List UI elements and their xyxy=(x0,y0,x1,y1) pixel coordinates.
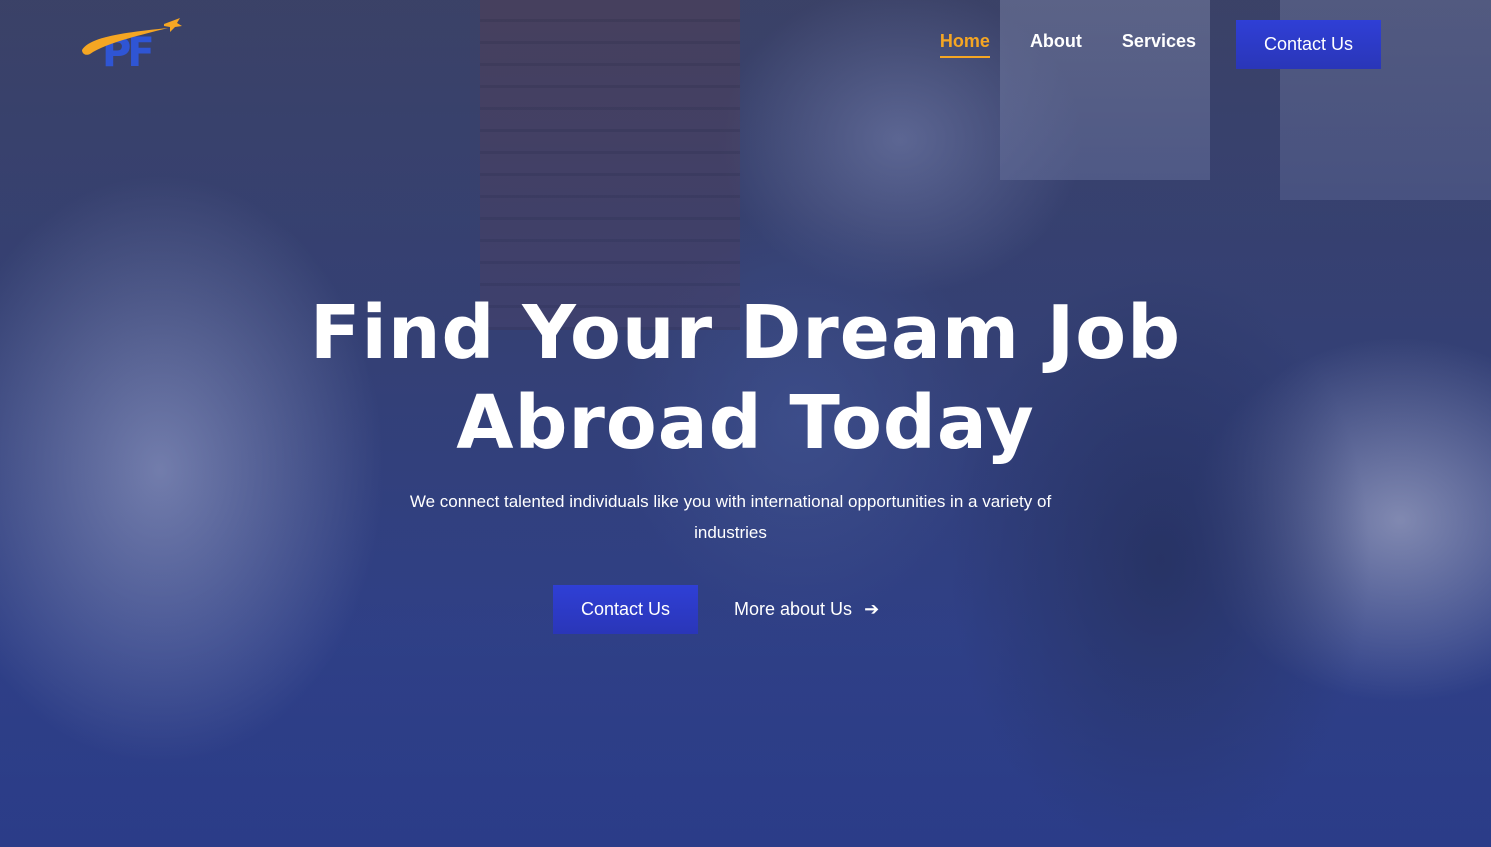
more-about-us-link[interactable]: More about Us ➔ xyxy=(734,596,879,622)
nav-home[interactable]: Home xyxy=(939,31,990,58)
main-nav: Home About Services Contact Us xyxy=(939,20,1381,69)
nav-about[interactable]: About xyxy=(1030,31,1082,58)
site-logo[interactable]: PF xyxy=(80,14,184,76)
airplane-swoosh-logo-icon: PF xyxy=(82,18,182,76)
hero-title-line1: Find Your Dream Job xyxy=(309,290,1182,376)
arrow-right-icon: ➔ xyxy=(864,598,880,619)
hero-title: Find Your Dream Job Abroad Today xyxy=(0,288,1491,468)
more-about-us-label: More about Us xyxy=(734,598,853,619)
nav-contact-button[interactable]: Contact Us xyxy=(1236,20,1381,69)
hero-contact-button[interactable]: Contact Us xyxy=(553,585,698,634)
nav-services[interactable]: Services xyxy=(1122,31,1196,58)
hero-subtitle: We connect talented individuals like you… xyxy=(409,492,1052,542)
hero-title-line2: Abroad Today xyxy=(456,380,1035,466)
